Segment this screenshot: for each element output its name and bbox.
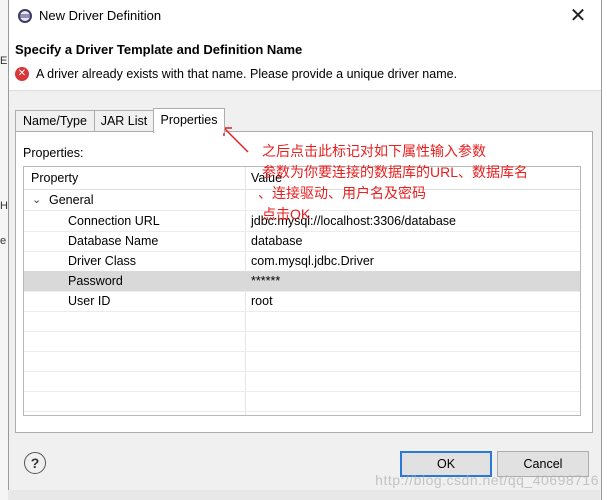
table-row[interactable]: Driver Class com.mysql.jdbc.Driver <box>24 251 580 272</box>
header-title: Specify a Driver Template and Definition… <box>15 42 303 57</box>
background-strip <box>8 490 600 500</box>
annotation-line-4: 点击OK <box>262 206 311 222</box>
help-icon[interactable]: ? <box>24 452 46 474</box>
table-row[interactable]: User ID root <box>24 291 580 312</box>
annotation-arrow-icon <box>223 127 249 153</box>
group-label: General <box>49 193 94 207</box>
property-name: Connection URL <box>68 214 160 228</box>
error-icon: ✕ <box>15 67 29 81</box>
property-name: Driver Class <box>68 254 137 268</box>
chevron-down-icon[interactable]: ⌄ <box>32 193 41 206</box>
property-name: Password <box>68 274 123 288</box>
table-row[interactable]: Password ****** <box>24 271 580 292</box>
empty-row <box>24 311 580 332</box>
property-name: User ID <box>68 294 111 308</box>
empty-row <box>24 391 580 412</box>
error-message: A driver already exists with that name. … <box>36 67 458 81</box>
annotation-line-1: 之后点击此标记对如下属性输入参数 <box>262 143 486 159</box>
window-title: New Driver Definition <box>39 8 162 23</box>
annotation-line-3: 、连接驱动、用户名及密码 <box>258 185 426 201</box>
properties-label: Properties: <box>23 146 84 160</box>
tab-properties[interactable]: Properties <box>153 108 225 133</box>
eclipse-icon <box>18 9 32 23</box>
watermark: http://blog.csdn.net/qq_40698716 <box>375 472 599 488</box>
tab-name-type[interactable]: Name/Type <box>15 110 95 132</box>
empty-row <box>24 351 580 372</box>
empty-row <box>24 371 580 392</box>
annotation-line-2: 参数为你要连接的数据库的URL、数据库名 <box>262 164 529 180</box>
property-value[interactable]: database <box>251 234 302 248</box>
new-driver-dialog: New Driver Definition ✕ Specify a Driver… <box>8 0 602 500</box>
close-icon[interactable]: ✕ <box>565 3 591 29</box>
property-name: Database Name <box>68 234 159 248</box>
empty-row <box>24 331 580 352</box>
property-value[interactable]: com.mysql.jdbc.Driver <box>251 254 374 268</box>
dialog-header: Specify a Driver Template and Definition… <box>9 32 601 91</box>
property-value[interactable]: ****** <box>251 274 280 288</box>
title-bar: New Driver Definition ✕ <box>9 0 601 32</box>
table-row[interactable]: Database Name database <box>24 231 580 252</box>
tab-jar-list[interactable]: JAR List <box>94 110 154 132</box>
column-property[interactable]: Property <box>31 171 78 185</box>
property-value[interactable]: root <box>251 294 273 308</box>
